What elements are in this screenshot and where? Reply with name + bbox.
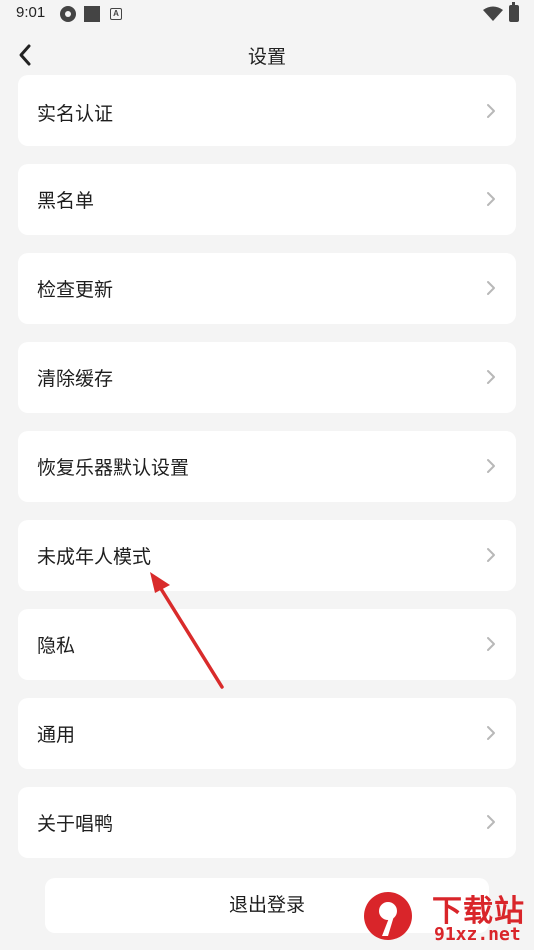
status-time: 9:01 [16, 4, 46, 21]
menu-item-clear-cache[interactable]: 清除缓存 [18, 342, 516, 413]
menu-item-label: 清除缓存 [37, 368, 114, 390]
chevron-right-icon [485, 190, 497, 208]
menu-item-label: 隐私 [37, 635, 76, 657]
app-header: 设置 [0, 30, 534, 80]
menu-item-label: 黑名单 [37, 190, 95, 212]
chevron-right-icon [485, 457, 497, 475]
menu-item-minor-mode[interactable]: 未成年人模式 [18, 520, 516, 591]
chevron-right-icon [485, 724, 497, 742]
a-box-icon: A [110, 8, 122, 20]
pinwheel-icon [60, 6, 76, 22]
menu-item-general[interactable]: 通用 [18, 698, 516, 769]
chevron-right-icon [485, 368, 497, 386]
menu-item-label: 恢复乐器默认设置 [37, 457, 190, 479]
chevron-right-icon [485, 813, 497, 831]
chevron-right-icon [485, 546, 497, 564]
menu-item-blacklist[interactable]: 黑名单 [18, 164, 516, 235]
menu-item-real-name-verification[interactable]: 实名认证 [18, 75, 516, 146]
watermark-en-text: 91xz.net [434, 924, 521, 945]
menu-item-about[interactable]: 关于唱鸭 [18, 787, 516, 858]
page-title: 设置 [247, 46, 286, 68]
menu-item-privacy[interactable]: 隐私 [18, 609, 516, 680]
menu-item-label: 检查更新 [37, 279, 114, 301]
square-icon [84, 6, 100, 22]
menu-item-label: 关于唱鸭 [37, 813, 114, 835]
site-watermark: 下载站 91xz.net [358, 884, 534, 950]
settings-screen: 9:01 A 设置 实名认证 黑名单 检查更新 清除缓存 恢复乐器默认设置 未成… [0, 0, 534, 950]
chevron-right-icon [485, 279, 497, 297]
menu-item-label: 通用 [37, 724, 76, 746]
menu-item-check-update[interactable]: 检查更新 [18, 253, 516, 324]
wifi-icon [483, 6, 503, 26]
status-bar: 9:01 A [0, 0, 534, 30]
menu-item-restore-instrument-defaults[interactable]: 恢复乐器默认设置 [18, 431, 516, 502]
chevron-right-icon [485, 102, 497, 120]
menu-item-label: 实名认证 [37, 103, 114, 125]
menu-item-label: 未成年人模式 [37, 546, 152, 568]
battery-icon [509, 2, 519, 22]
watermark-logo-icon [364, 892, 412, 940]
chevron-right-icon [485, 635, 497, 653]
